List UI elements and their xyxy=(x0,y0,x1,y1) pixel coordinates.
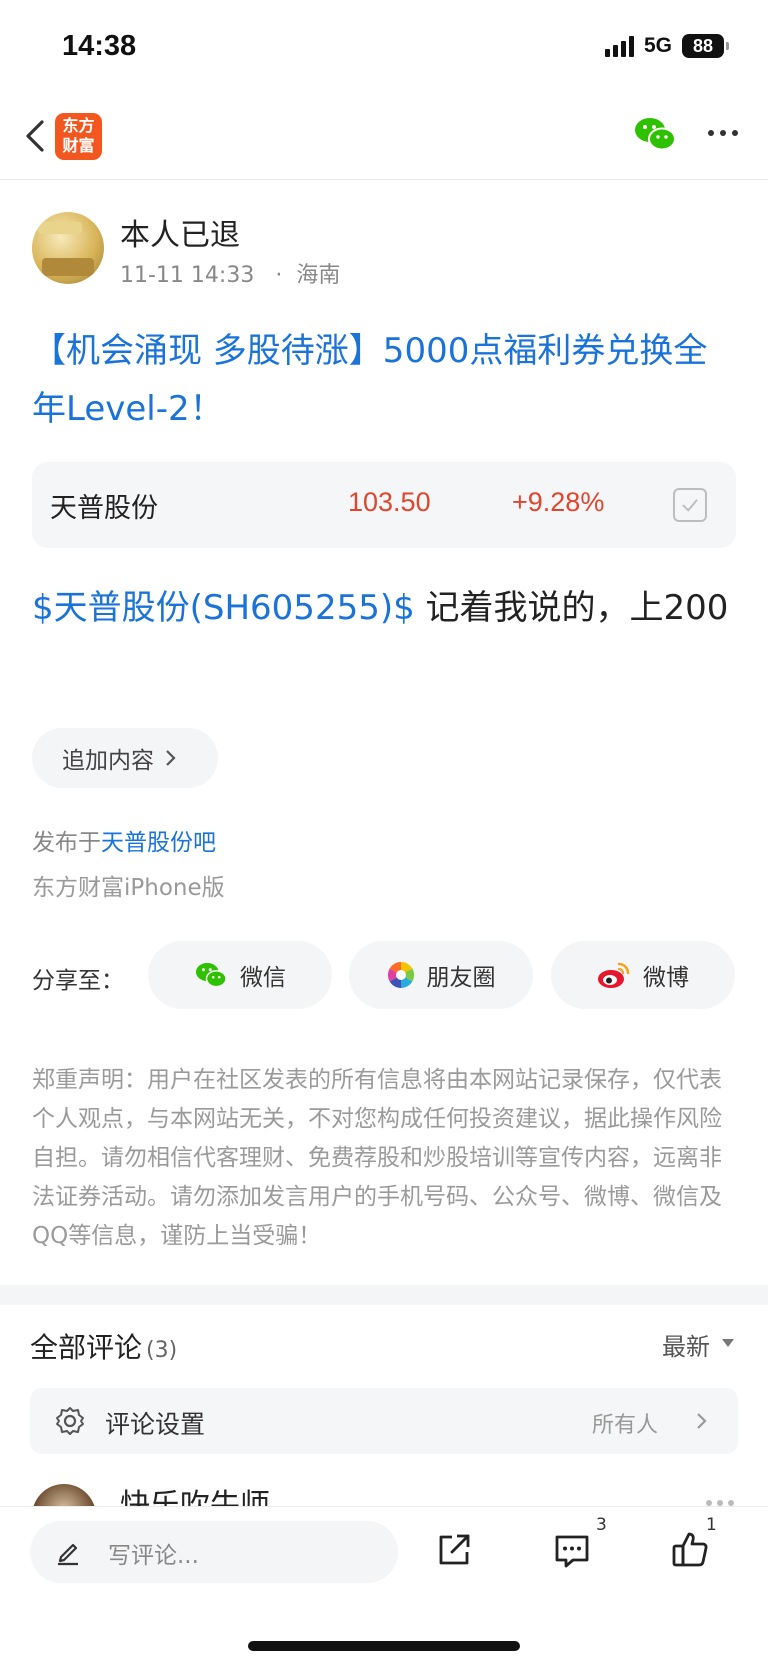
append-content-button[interactable]: 追加内容 xyxy=(32,728,218,788)
bottom-toolbar: 写评论... 3 1 xyxy=(0,1506,768,1663)
status-indicators: 5G 88 xyxy=(604,34,729,58)
author-name[interactable]: 本人已退 xyxy=(120,210,240,254)
comment-count-badge: 3 xyxy=(596,1515,607,1535)
stock-bar-link[interactable]: 天普股份吧 xyxy=(101,830,216,856)
share-wechat-button[interactable]: 微信 xyxy=(148,941,332,1009)
commenter-avatar[interactable] xyxy=(32,1484,96,1508)
like-icon[interactable] xyxy=(670,1529,710,1569)
like-count-badge: 1 xyxy=(706,1515,717,1535)
post-text: 记着我说的，上200 xyxy=(414,588,729,628)
comment-settings-value: 所有人 xyxy=(592,1413,659,1438)
home-indicator[interactable] xyxy=(248,1641,520,1651)
comments-title-label: 全部评论 xyxy=(30,1331,143,1364)
post-title[interactable]: 【机会涌现 多股待涨】5000点福利券兑换全年Level-2！ xyxy=(32,322,736,438)
post-location: 海南 xyxy=(296,263,341,288)
comments-count: (3) xyxy=(146,1338,178,1363)
stock-tag-link[interactable]: $天普股份(SH605255)$ xyxy=(32,588,415,628)
section-divider xyxy=(0,1285,768,1305)
stock-name: 天普股份 xyxy=(50,493,158,524)
share-moments-button[interactable]: 朋友圈 xyxy=(349,941,533,1009)
write-comment-placeholder: 写评论... xyxy=(108,1543,199,1569)
share-weibo-label: 微博 xyxy=(643,965,689,991)
comment-icon[interactable] xyxy=(553,1532,591,1570)
share-weibo-button[interactable]: 微博 xyxy=(551,941,735,1009)
author-avatar[interactable] xyxy=(32,212,104,284)
stock-card[interactable]: 天普股份 103.50 +9.28% xyxy=(32,462,736,548)
meta-dot: · xyxy=(261,263,290,288)
stock-change: +9.28% xyxy=(512,487,605,517)
more-icon[interactable] xyxy=(708,130,738,136)
status-time: 14:38 xyxy=(62,30,137,62)
app-logo[interactable]: 东方 财富 xyxy=(55,113,102,160)
sort-dropdown[interactable]: 最新 xyxy=(662,1327,710,1362)
comment-item[interactable]: 快乐吹牛师 xyxy=(0,1484,768,1508)
checkbox-icon[interactable] xyxy=(673,488,707,522)
signal-icon xyxy=(604,35,634,57)
back-icon[interactable] xyxy=(18,116,58,156)
wechat-icon[interactable] xyxy=(633,114,677,154)
client-info: 东方财富iPhone版 xyxy=(32,875,225,901)
network-type: 5G xyxy=(643,34,672,57)
comment-settings-label: 评论设置 xyxy=(105,1410,206,1439)
chevron-right-icon xyxy=(697,1413,707,1429)
comments-title: 全部评论 (3) xyxy=(30,1326,177,1366)
moments-icon xyxy=(387,961,414,989)
post-meta: 11-11 14:33 · 海南 xyxy=(120,257,340,289)
published-prefix: 发布于 xyxy=(32,830,101,856)
comment-settings-row[interactable]: 评论设置 所有人 xyxy=(30,1388,738,1454)
post-body: $天普股份(SH605255)$ 记着我说的，上200 xyxy=(32,580,742,636)
published-in: 发布于天普股份吧 xyxy=(32,823,216,857)
battery-icon: 88 xyxy=(682,34,729,58)
status-bar: 14:38 5G 88 xyxy=(0,0,768,96)
wechat-icon xyxy=(196,963,227,988)
stock-price: 103.50 xyxy=(348,487,431,517)
post-date: 11-11 14:33 xyxy=(120,263,255,288)
commenter-name[interactable]: 快乐吹牛师 xyxy=(120,1484,270,1508)
pen-icon xyxy=(58,1543,78,1566)
gear-icon xyxy=(56,1407,84,1435)
write-comment-input[interactable]: 写评论... xyxy=(30,1521,398,1583)
share-icon[interactable] xyxy=(435,1531,473,1569)
append-content-label: 追加内容 xyxy=(62,748,154,774)
weibo-icon xyxy=(598,962,630,988)
share-label: 分享至： xyxy=(32,968,124,994)
share-wechat-label: 微信 xyxy=(240,965,286,991)
share-moments-label: 朋友圈 xyxy=(426,965,496,991)
nav-bar: 东方 财富 xyxy=(0,96,768,180)
disclaimer: 郑重声明：用户在社区发表的所有信息将由本网站记录保存，仅代表个人观点，与本网站无… xyxy=(32,1067,722,1249)
chevron-right-icon xyxy=(166,750,176,766)
caret-down-icon[interactable] xyxy=(722,1339,734,1347)
